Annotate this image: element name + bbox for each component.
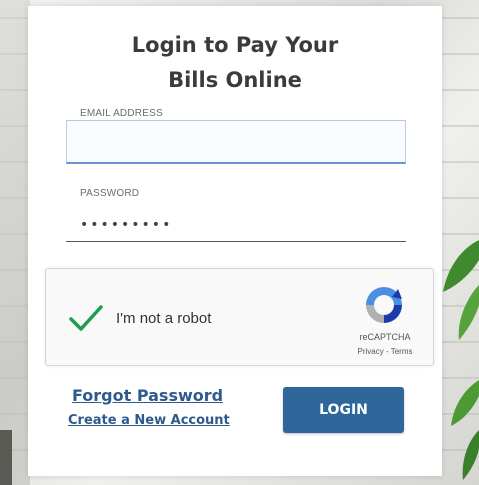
email-label: EMAIL ADDRESS — [80, 108, 163, 119]
plant-leaves-decoration — [443, 240, 479, 480]
create-account-link[interactable]: Create a New Account — [68, 413, 230, 428]
forgot-password-link[interactable]: Forgot Password — [72, 386, 223, 405]
background-shadow — [0, 0, 30, 485]
recaptcha-privacy-terms[interactable]: Privacy - Terms — [345, 347, 425, 356]
title-line-1: Login to Pay Your — [131, 33, 339, 57]
background-dark-strip — [0, 430, 12, 485]
login-button[interactable]: LOGIN — [283, 387, 404, 433]
login-title: Login to Pay Your Bills Online — [28, 28, 442, 98]
recaptcha-widget: I'm not a robot reCAPTCHA Privacy - Term… — [45, 268, 434, 366]
email-field[interactable] — [66, 120, 406, 164]
recaptcha-logo-icon — [366, 287, 402, 323]
password-label: PASSWORD — [80, 188, 140, 199]
recaptcha-brand: reCAPTCHA — [359, 332, 411, 342]
checkmark-icon[interactable] — [68, 303, 104, 333]
password-field[interactable] — [66, 208, 406, 242]
recaptcha-label: I'm not a robot — [116, 310, 212, 327]
title-line-2: Bills Online — [168, 68, 302, 92]
login-card: Login to Pay Your Bills Online EMAIL ADD… — [28, 6, 442, 476]
